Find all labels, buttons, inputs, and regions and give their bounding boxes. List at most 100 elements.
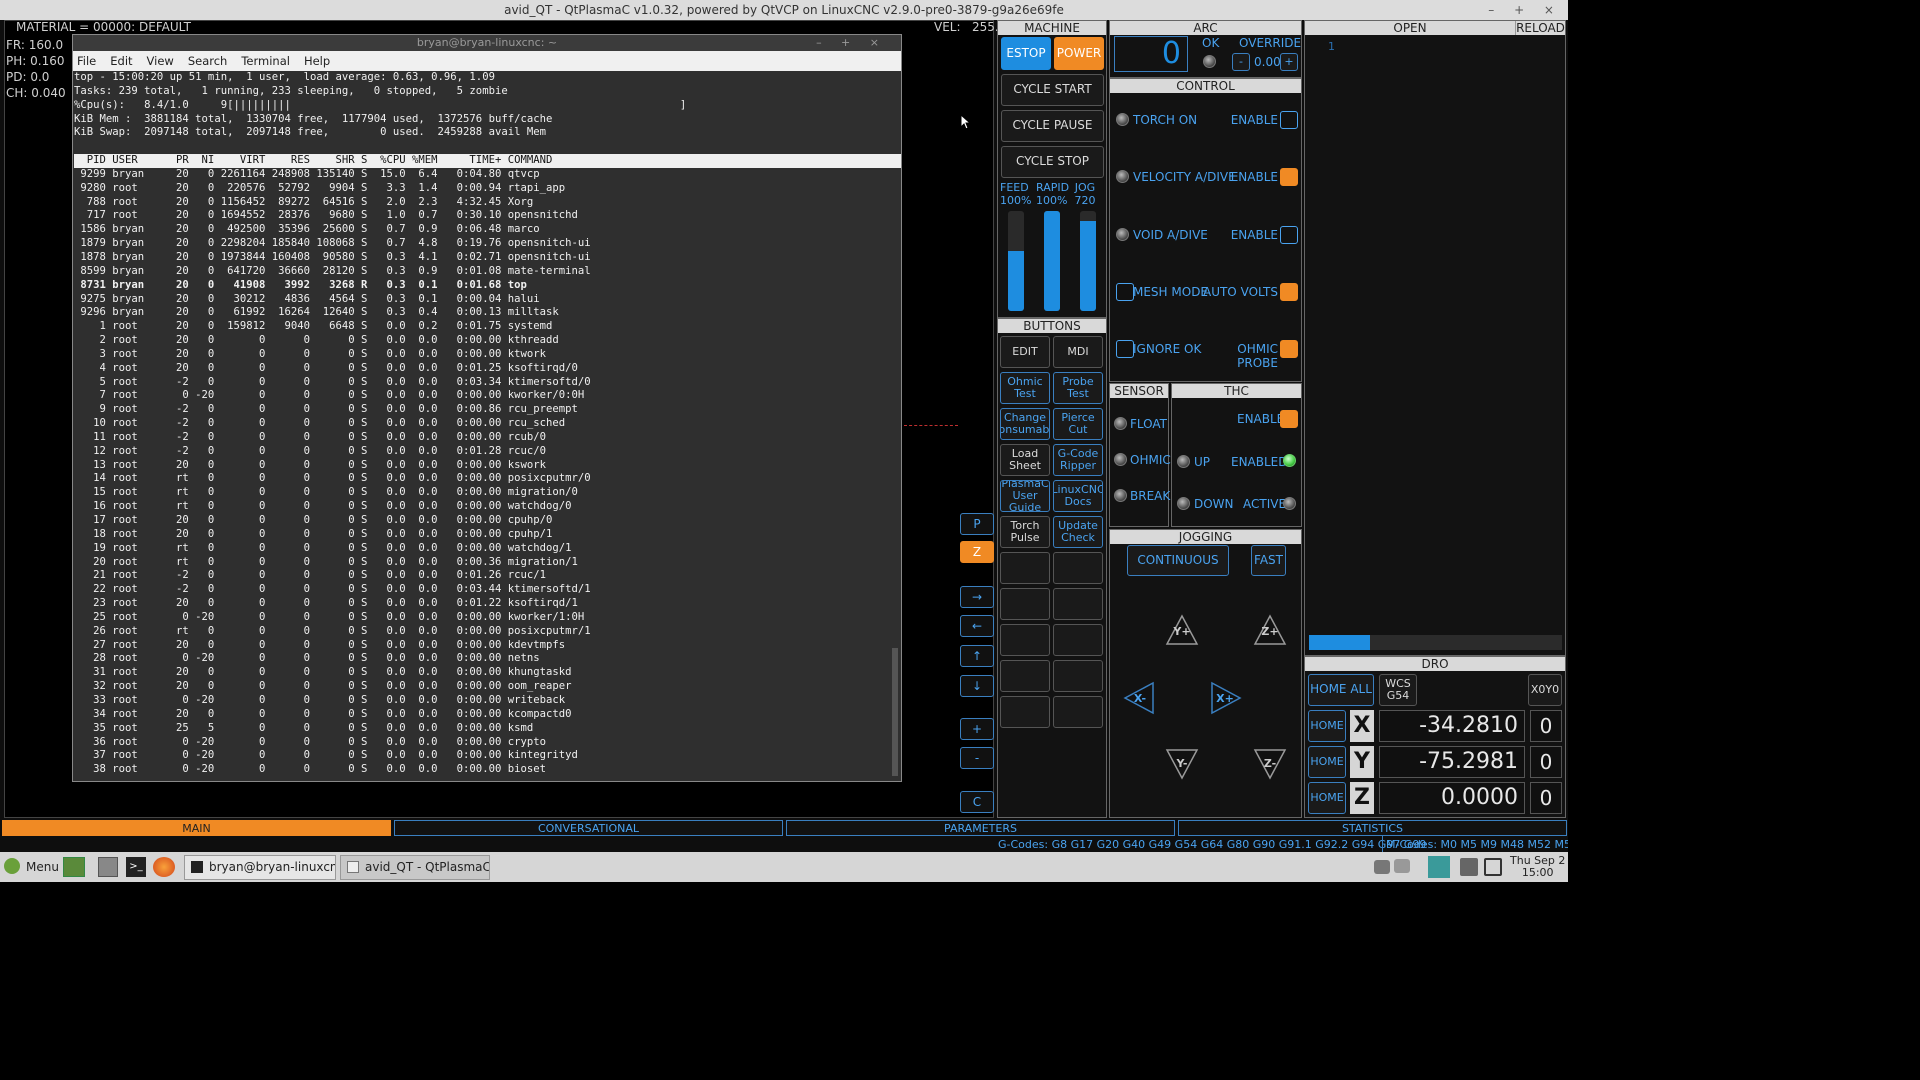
control-0-enable-checkbox[interactable] — [1280, 111, 1298, 129]
clock[interactable]: Thu Sep 2 15:00 — [1510, 855, 1565, 879]
user-button-empty[interactable] — [1000, 624, 1050, 656]
user-button-plasmac-user-guide[interactable]: PlasmaC User Guide — [1000, 480, 1050, 512]
terminal-menu-search[interactable]: Search — [188, 54, 228, 68]
view-button-right[interactable]: → — [960, 586, 994, 608]
user-button-mdi[interactable]: MDI — [1053, 336, 1103, 368]
terminal-window-controls[interactable]: – + × — [816, 35, 887, 51]
terminal-menu-terminal[interactable]: Terminal — [241, 54, 290, 68]
sensor-header: SENSOR — [1110, 384, 1168, 398]
clipboard-icon[interactable] — [1484, 858, 1502, 876]
user-button-empty[interactable] — [1053, 552, 1103, 584]
user-button-empty[interactable] — [1053, 660, 1103, 692]
control-3-enable-checkbox[interactable] — [1280, 282, 1298, 301]
view-button-zoom-in[interactable]: + — [960, 718, 994, 740]
user-button-probe-test[interactable]: Probe Test — [1053, 372, 1103, 404]
menu-label[interactable]: Menu — [26, 860, 59, 874]
user-button-g-code-ripper[interactable]: G-Code Ripper — [1053, 444, 1103, 476]
taskbar-terminal-button[interactable]: bryan@bryan-linuxcnc: ~ — [184, 855, 336, 880]
user-button-torch-pulse[interactable]: Torch Pulse — [1000, 516, 1050, 548]
control-1-enable-checkbox[interactable] — [1280, 168, 1298, 187]
user-button-empty[interactable] — [1053, 696, 1103, 728]
pen-icon[interactable] — [1460, 858, 1478, 876]
user-button-pierce-cut[interactable]: Pierce Cut — [1053, 408, 1103, 440]
process-row: 7 root 0 -20 0 0 0 S 0.0 0.0 0:00.00 kwo… — [74, 389, 585, 402]
volume-icon[interactable] — [1394, 859, 1410, 873]
slider-jog[interactable] — [1080, 211, 1096, 311]
slider-feed[interactable] — [1008, 211, 1024, 311]
user-button-ohmic-test[interactable]: Ohmic Test — [1000, 372, 1050, 404]
home-y-button[interactable]: HOME — [1308, 746, 1346, 778]
axis-x-offset[interactable]: 0 — [1530, 710, 1562, 742]
home-z-button[interactable]: HOME — [1308, 782, 1346, 814]
control-2-enable-checkbox[interactable] — [1280, 225, 1298, 244]
thc-enable-checkbox[interactable] — [1280, 410, 1298, 428]
view-button-up[interactable]: ↑ — [960, 645, 994, 667]
override-plus-button[interactable]: + — [1280, 53, 1298, 71]
control-4-enable-checkbox[interactable] — [1280, 340, 1298, 359]
cycle-pause-button[interactable]: CYCLE PAUSE — [1001, 110, 1104, 142]
menu-icon[interactable] — [4, 858, 20, 874]
terminal-window[interactable]: bryan@bryan-linuxcnc: ~ – + × File Edit Vie… — [72, 34, 902, 782]
slider-rapid[interactable] — [1044, 211, 1060, 311]
terminal-launcher-icon[interactable]: >_ — [126, 857, 146, 877]
reload-button[interactable]: RELOAD — [1515, 21, 1565, 35]
jog-fast-button[interactable]: FAST — [1251, 545, 1286, 576]
user-button-change-consumable[interactable]: Change Consumable — [1000, 408, 1050, 440]
user-button-empty[interactable] — [1000, 696, 1050, 728]
user-button-linuxcnc-docs[interactable]: LinuxCNC Docs — [1053, 480, 1103, 512]
axis-z-offset[interactable]: 0 — [1530, 782, 1562, 814]
wcs-select[interactable]: WCS G54 — [1379, 674, 1417, 706]
user-button-update-check[interactable]: Update Check — [1053, 516, 1103, 548]
terminal-titlebar[interactable]: bryan@bryan-linuxcnc: ~ – + × — [73, 35, 901, 51]
file-manager-icon[interactable] — [98, 857, 118, 877]
opensnitch-icon[interactable] — [1428, 856, 1450, 878]
tab-conversational[interactable]: CONVERSATIONAL — [394, 820, 783, 836]
control-4-checkbox[interactable] — [1116, 340, 1134, 359]
user-button-empty[interactable] — [1053, 624, 1103, 656]
tab-main[interactable]: MAIN — [2, 820, 391, 836]
tab-statistics[interactable]: STATISTICS — [1178, 820, 1567, 836]
control-torch-on-label: TORCH ON — [1133, 113, 1198, 127]
user-button-empty[interactable] — [1053, 588, 1103, 620]
firefox-icon[interactable] — [153, 857, 175, 877]
terminal-menu-edit[interactable]: Edit — [110, 54, 132, 68]
power-button[interactable]: POWER — [1054, 37, 1104, 70]
x0y0-button[interactable]: X0Y0 — [1528, 674, 1562, 706]
view-button-p[interactable]: P — [960, 513, 994, 535]
terminal-menu-view[interactable]: View — [147, 54, 174, 68]
jog-continuous-button[interactable]: CONTINUOUS — [1127, 545, 1229, 576]
home-x-button[interactable]: HOME — [1308, 710, 1346, 742]
process-row: 23 root 20 0 0 0 0 S 0.0 0.0 0:01.22 kso… — [74, 597, 578, 610]
qtplasmac-small-icon — [347, 861, 359, 873]
jog-y-minus-button-label: Y- — [1176, 757, 1188, 770]
view-button-zoom-out[interactable]: - — [960, 747, 994, 769]
user-button-load-sheet[interactable]: Load Sheet — [1000, 444, 1050, 476]
terminal-output[interactable]: top - 15:00:20 up 51 min, 1 user, load a… — [73, 71, 901, 777]
terminal-scrollbar[interactable] — [892, 648, 898, 776]
user-button-edit[interactable]: EDIT — [1000, 336, 1050, 368]
sensor-ohmic-label: OHMIC — [1130, 453, 1171, 467]
user-button-empty[interactable] — [1000, 588, 1050, 620]
axis-y-offset[interactable]: 0 — [1530, 746, 1562, 778]
top-summary-line: KiB Mem : 3881184 total, 1330704 free, 1… — [74, 112, 553, 125]
control-3-checkbox[interactable] — [1116, 282, 1134, 301]
show-desktop-icon[interactable] — [63, 857, 85, 877]
home-all-button[interactable]: HOME ALL — [1308, 674, 1374, 706]
view-button-down[interactable]: ↓ — [960, 675, 994, 697]
taskbar-qtplasmac-button[interactable]: avid_QT - QtPlasmaC v... — [340, 855, 490, 880]
view-button-clear[interactable]: C — [960, 791, 994, 813]
terminal-menu-help[interactable]: Help — [304, 54, 330, 68]
user-button-empty[interactable] — [1000, 552, 1050, 584]
view-button-left[interactable]: ← — [960, 615, 994, 637]
terminal-menu-file[interactable]: File — [77, 54, 96, 68]
window-controls[interactable]: – + × — [1488, 0, 1562, 20]
user-button-empty[interactable] — [1000, 660, 1050, 692]
estop-button[interactable]: ESTOP — [1001, 37, 1051, 70]
view-button-z[interactable]: Z — [960, 541, 994, 563]
override-minus-button[interactable]: - — [1232, 53, 1250, 71]
tab-parameters[interactable]: PARAMETERS — [786, 820, 1175, 836]
cycle-stop-button[interactable]: CYCLE STOP — [1001, 146, 1104, 178]
open-button[interactable]: OPEN — [1305, 21, 1515, 35]
network-icon[interactable] — [1374, 860, 1390, 874]
cycle-start-button[interactable]: CYCLE START — [1001, 74, 1104, 106]
